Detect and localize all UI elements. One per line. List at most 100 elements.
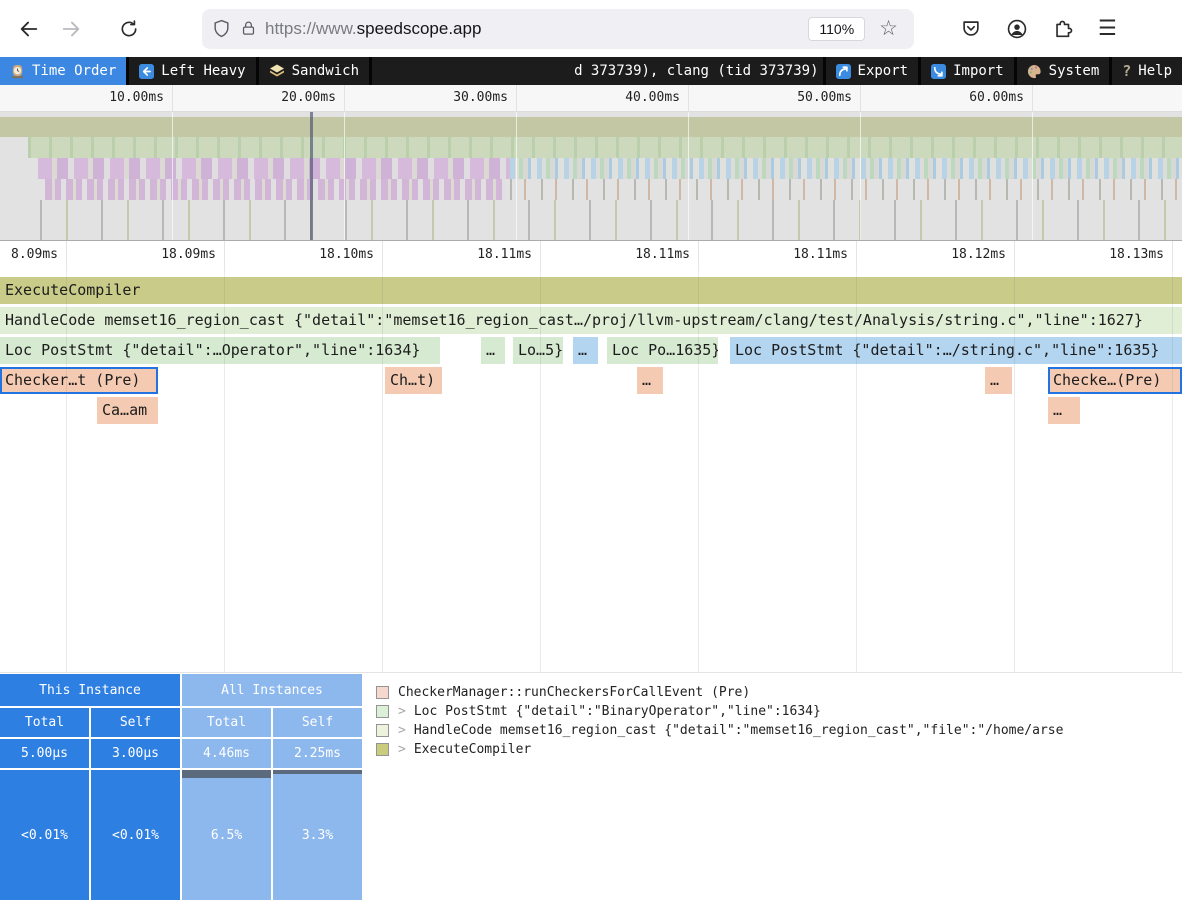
tab-sandwich[interactable]: Sandwich: [259, 57, 369, 85]
stack-frame-row: > ExecuteCompiler: [376, 740, 1182, 759]
url-text: https://www.speedscope.app: [265, 19, 481, 39]
export-icon: [836, 64, 851, 79]
this-self-value: 3.00µs: [91, 739, 180, 768]
shield-icon[interactable]: [212, 19, 231, 38]
frame-label: HandleCode memset16_region_cast {"detail…: [414, 723, 1064, 738]
flame-bar[interactable]: …: [985, 367, 1012, 394]
minimap[interactable]: [0, 112, 1182, 241]
gridline: [172, 85, 173, 111]
gridline: [66, 271, 67, 672]
stack-frame-row: >HandleCode memset16_region_cast {"detai…: [376, 721, 1182, 740]
minimap-viewport-indicator[interactable]: [310, 112, 313, 240]
zoom-level-badge[interactable]: 110%: [808, 17, 865, 41]
axis-tick-label: 18.12ms: [856, 247, 1006, 262]
lock-icon[interactable]: [240, 20, 257, 37]
gridline: [860, 85, 861, 111]
flame-bar[interactable]: Ch…t): [385, 367, 442, 394]
view-tabs: Time Order Left Heavy Sandwich: [0, 57, 372, 85]
all-self-label: Self: [273, 708, 362, 737]
axis-tick-label: 18.11ms: [540, 247, 690, 262]
flame-bar[interactable]: Lo…5}: [513, 337, 563, 364]
flame-bar[interactable]: HandleCode memset16_region_cast {"detail…: [0, 307, 1182, 334]
frame-label: Loc PostStmt {"detail":"BinaryOperator",…: [414, 704, 821, 719]
menu-icon[interactable]: ☰: [1098, 16, 1117, 41]
clock-icon: [10, 64, 25, 79]
toolbar-actions: ExportImportSystem?Help: [823, 57, 1182, 85]
minimap-tick-band: [510, 179, 1182, 200]
all-total-value: 4.46ms: [182, 739, 271, 768]
this-self-label: Self: [91, 708, 180, 737]
tab-time-order[interactable]: Time Order: [0, 57, 126, 85]
flame-bar[interactable]: Loc Po…1635}: [607, 337, 718, 364]
flame-bar[interactable]: Checke…(Pre): [1048, 367, 1182, 394]
flame-bar[interactable]: Ca…am: [97, 397, 158, 424]
minimap-time-axis: 10.00ms20.00ms30.00ms40.00ms50.00ms60.00…: [0, 85, 1182, 112]
gridline: [1014, 271, 1015, 672]
this-total-value: 5.00µs: [0, 739, 89, 768]
axis-tick-label: 30.00ms: [368, 90, 508, 105]
flame-bar[interactable]: Checker…t (Pre): [0, 367, 158, 394]
gridline: [856, 271, 857, 672]
axis-tick-label: 20.00ms: [196, 90, 336, 105]
chevron-right-icon: >: [398, 742, 406, 757]
minimap-row-executecompiler: [0, 117, 1182, 137]
flame-bar[interactable]: ExecuteCompiler: [0, 277, 1182, 304]
system-button[interactable]: System: [1017, 57, 1110, 85]
chrome-right-icons: ☰: [960, 16, 1117, 41]
frame-color-swatch: [376, 724, 389, 737]
forward-arrow-icon: [60, 18, 82, 40]
url-prefix: https://www.: [265, 19, 357, 38]
tab-label: Sandwich: [292, 63, 359, 79]
import-button[interactable]: Import: [921, 57, 1014, 85]
browser-chrome: https://www.speedscope.app 110% ☆ ☰: [0, 0, 1182, 57]
left-arrow-icon: [139, 64, 154, 79]
url-bar[interactable]: https://www.speedscope.app 110% ☆: [202, 9, 914, 49]
gridline: [688, 112, 689, 240]
this-self-percent: <0.01%: [91, 770, 180, 900]
gridline: [344, 112, 345, 240]
minimap-purple-cluster-2: [45, 179, 505, 200]
export-button[interactable]: Export: [826, 57, 919, 85]
bookmark-star-icon[interactable]: ☆: [879, 16, 898, 41]
flame-bar[interactable]: …: [481, 337, 505, 364]
palette-icon: [1027, 64, 1042, 79]
flame-bar[interactable]: …: [637, 367, 663, 394]
all-instances-header: All Instances: [182, 674, 362, 706]
gridline: [540, 271, 541, 672]
flamegraph[interactable]: ExecuteCompiler HandleCode memset16_regio…: [0, 271, 1182, 672]
forward-button[interactable]: [54, 12, 88, 46]
reload-icon: [119, 19, 139, 39]
chevron-right-icon: >: [398, 704, 406, 719]
axis-tick-label: 18.11ms: [698, 247, 848, 262]
gridline: [172, 112, 173, 240]
help-button[interactable]: ?Help: [1112, 57, 1182, 85]
minimap-purple-cluster: [38, 158, 510, 179]
flame-bar[interactable]: …: [1048, 397, 1080, 424]
extensions-puzzle-icon[interactable]: [1052, 18, 1074, 40]
frame-label: CheckerManager::runCheckersForCallEvent …: [398, 685, 750, 700]
gridline: [344, 85, 345, 111]
speedscope-toolbar: Time Order Left Heavy Sandwich d 373739), …: [0, 57, 1182, 85]
gridline: [688, 85, 689, 111]
flame-bar[interactable]: …: [573, 337, 598, 364]
frame-label: ExecuteCompiler: [414, 742, 531, 757]
all-self-percent: 3.3%: [273, 770, 362, 900]
back-button[interactable]: [12, 12, 46, 46]
gridline: [224, 271, 225, 672]
flame-bar[interactable]: Loc PostStmt {"detail":…/string.c","line…: [730, 337, 1182, 364]
axis-tick-label: 18.13ms: [1014, 247, 1164, 262]
tab-left-heavy[interactable]: Left Heavy: [129, 57, 255, 85]
gridline: [1172, 241, 1173, 271]
axis-tick-label: 18.10ms: [224, 247, 374, 262]
frame-color-swatch: [376, 743, 389, 756]
axis-tick-label: 50.00ms: [712, 90, 852, 105]
frame-color-swatch: [376, 705, 389, 718]
tab-label: Left Heavy: [161, 63, 245, 79]
account-icon[interactable]: [1006, 18, 1028, 40]
action-label: Help: [1138, 63, 1172, 79]
stack-frame-row: CheckerManager::runCheckersForCallEvent …: [376, 683, 1182, 702]
reload-button[interactable]: [112, 12, 146, 46]
frame-stats-table: This Instance All Instances Total Self T…: [0, 673, 366, 900]
pocket-icon[interactable]: [960, 18, 982, 40]
profile-title: d 373739), clang (tid 373739): [574, 63, 818, 79]
